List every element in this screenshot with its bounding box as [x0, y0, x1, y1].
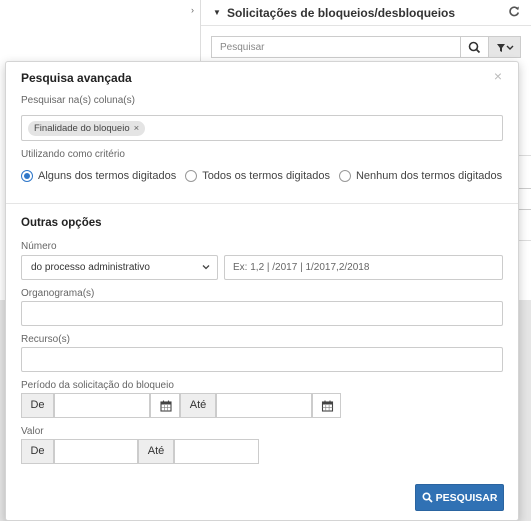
search-input[interactable]: Pesquisar — [211, 36, 461, 58]
numero-label: Número — [21, 241, 57, 252]
valor-de-input[interactable] — [54, 439, 138, 464]
pesquisar-button[interactable]: PESQUISAR — [415, 484, 504, 511]
organograma-label: Organograma(s) — [21, 288, 95, 299]
radio-selected-icon[interactable] — [21, 170, 33, 182]
filter-icon — [497, 44, 514, 52]
search-icon — [468, 41, 481, 54]
numero-type-value: do processo administrativo — [31, 262, 150, 273]
numero-type-select[interactable]: do processo administrativo — [21, 255, 218, 280]
divider — [517, 240, 531, 241]
criteria-label: Utilizando como critério — [21, 149, 125, 160]
valor-ate-addon: Até — [138, 439, 174, 464]
calendar-icon — [321, 400, 334, 412]
panel-header: ▼ Solicitações de bloqueios/desbloqueios — [201, 0, 531, 26]
radio-alguns[interactable]: Alguns dos termos digitados — [21, 170, 176, 182]
divider — [517, 155, 531, 156]
partial-field — [517, 188, 531, 210]
valor-label: Valor — [21, 426, 44, 437]
search-icon — [422, 492, 433, 503]
popover-title: Pesquisa avançada — [21, 71, 132, 85]
pesquisar-label: PESQUISAR — [435, 491, 498, 504]
collapse-chevron-icon[interactable]: › — [191, 5, 194, 15]
valor-de-addon: De — [21, 439, 54, 464]
calendar-icon — [160, 400, 172, 412]
radio-icon[interactable] — [185, 170, 198, 182]
organograma-input[interactable] — [21, 301, 503, 326]
recurso-label: Recurso(s) — [21, 334, 70, 345]
columns-label: Pesquisar na(s) coluna(s) — [21, 95, 135, 106]
column-tag: Finalidade do bloqueio × — [28, 121, 146, 136]
caret-down-icon[interactable]: ▼ — [213, 8, 221, 17]
close-icon[interactable]: × — [494, 68, 502, 84]
calendar-button[interactable] — [150, 393, 180, 418]
search-placeholder: Pesquisar — [220, 42, 265, 53]
criteria-radio-group: Alguns dos termos digitados Todos os ter… — [21, 168, 511, 184]
periodo-label: Período da solicitação do bloqueio — [21, 380, 174, 391]
periodo-ate-input[interactable] — [216, 393, 312, 418]
columns-multiselect[interactable]: Finalidade do bloqueio × — [21, 115, 503, 141]
radio-label: Nenhum dos termos digitados — [355, 170, 503, 182]
column-tag-label: Finalidade do bloqueio — [34, 123, 130, 134]
refresh-icon-svg — [509, 6, 520, 17]
filter-dropdown-button[interactable] — [489, 36, 521, 58]
recurso-input[interactable] — [21, 347, 503, 372]
advanced-search-popover: Pesquisa avançada × Pesquisar na(s) colu… — [5, 61, 519, 521]
radio-label: Todos os termos digitados — [202, 170, 330, 182]
periodo-de-addon: De — [21, 393, 54, 418]
panel-title: Solicitações de bloqueios/desbloqueios — [227, 6, 456, 20]
section-divider — [6, 203, 518, 204]
search-button[interactable] — [461, 36, 489, 58]
radio-nenhum[interactable]: Nenhum dos termos digitados — [338, 170, 503, 182]
radio-icon[interactable] — [338, 170, 351, 182]
periodo-ate-addon: Até — [180, 393, 216, 418]
chevron-down-icon — [202, 265, 210, 270]
refresh-icon[interactable] — [508, 5, 520, 20]
numero-placeholder: Ex: 1,2 | /2017 | 1/2017,2/2018 — [233, 262, 370, 273]
radio-todos[interactable]: Todos os termos digitados — [185, 170, 330, 182]
valor-ate-input[interactable] — [174, 439, 259, 464]
radio-label: Alguns dos termos digitados — [38, 170, 177, 182]
remove-tag-icon[interactable]: × — [134, 123, 140, 134]
other-options-title: Outras opções — [21, 217, 102, 229]
calendar-button[interactable] — [312, 393, 341, 418]
numero-input[interactable]: Ex: 1,2 | /2017 | 1/2017,2/2018 — [224, 255, 503, 280]
periodo-de-input[interactable] — [54, 393, 150, 418]
